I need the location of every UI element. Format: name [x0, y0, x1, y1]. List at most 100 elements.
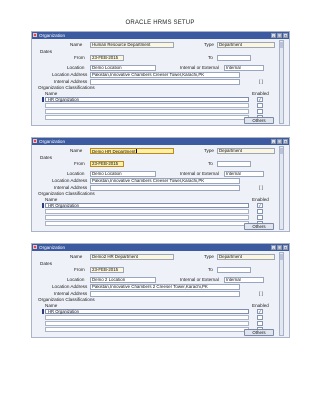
internal-address-field[interactable]	[90, 291, 240, 297]
enabled-checkbox[interactable]	[257, 215, 263, 220]
classification-row[interactable]: HR Organization	[45, 309, 249, 314]
internal-address-field[interactable]	[90, 185, 240, 191]
enabled-checkbox[interactable]	[257, 321, 263, 326]
enabled-checkbox[interactable]	[257, 103, 263, 108]
window-app-icon	[33, 33, 37, 37]
internal-address-field[interactable]	[90, 79, 240, 85]
enabled-checkbox[interactable]	[257, 315, 263, 320]
vertical-scrollbar[interactable]	[279, 40, 284, 124]
name-field[interactable]: Human Resource Department	[90, 42, 174, 48]
window-controls: - □ ×	[271, 139, 288, 144]
window-controls: - □ ×	[271, 245, 288, 250]
from-date-field[interactable]: 23-FEB-2015	[90, 161, 124, 167]
document-title: ORACLE HRMS SETUP	[125, 20, 195, 26]
classification-row[interactable]	[45, 321, 249, 326]
location-field[interactable]: Demo Location	[90, 65, 156, 71]
others-button[interactable]: Others	[244, 329, 274, 336]
current-row-indicator	[42, 203, 44, 208]
window-titlebar: Organization - □ ×	[32, 244, 289, 251]
name-label: Name	[70, 42, 83, 47]
dates-label: Dates	[40, 155, 53, 160]
location-address-label: Location Address	[52, 284, 88, 289]
location-label: Location	[67, 65, 85, 70]
from-date-field[interactable]: 23-FEB-2015	[90, 267, 124, 273]
to-date-field[interactable]	[217, 55, 251, 61]
maximize-button[interactable]: □	[277, 245, 282, 250]
location-address-field[interactable]: Pakistan,Innovative Chambers 2 Creeser T…	[90, 284, 240, 290]
close-button[interactable]: ×	[283, 139, 288, 144]
minimize-button[interactable]: -	[271, 139, 276, 144]
close-button[interactable]: ×	[283, 245, 288, 250]
others-button[interactable]: Others	[244, 117, 274, 124]
organization-window: Organization - □ × Name Demo HR Department Typ…	[31, 137, 290, 232]
window-title: Organization	[39, 139, 66, 144]
classification-row[interactable]	[45, 327, 249, 332]
window-app-icon	[33, 139, 37, 143]
internal-external-label: Internal or External	[180, 65, 219, 70]
type-field[interactable]: Department	[217, 254, 275, 260]
location-address-label: Location Address	[52, 72, 88, 77]
internal-external-field[interactable]: Internal	[224, 171, 264, 177]
enabled-checkbox[interactable]: ✓	[257, 97, 263, 102]
scrollbar-thumb[interactable]	[280, 254, 283, 260]
type-label: Type	[204, 148, 214, 153]
others-button[interactable]: Others	[244, 223, 274, 230]
classification-row[interactable]	[45, 221, 249, 226]
minimize-button[interactable]: -	[271, 33, 276, 38]
window-title: Organization	[39, 245, 66, 250]
internal-external-field[interactable]: Internal	[224, 65, 264, 71]
enabled-checkbox[interactable]: ✓	[257, 203, 263, 208]
to-date-field[interactable]	[217, 267, 251, 273]
internal-address-lov-button[interactable]: [ ]	[254, 291, 268, 297]
classification-row[interactable]: HR Organization	[45, 97, 249, 102]
classification-row[interactable]	[45, 209, 249, 214]
internal-external-label: Internal or External	[180, 277, 219, 282]
internal-external-label: Internal or External	[180, 171, 219, 176]
internal-address-lov-button[interactable]: [ ]	[254, 79, 268, 85]
type-label: Type	[204, 254, 214, 259]
internal-external-field[interactable]: Internal	[224, 277, 264, 283]
dates-label: Dates	[40, 261, 53, 266]
close-button[interactable]: ×	[283, 33, 288, 38]
name-label: Name	[70, 148, 83, 153]
maximize-button[interactable]: □	[277, 139, 282, 144]
vertical-scrollbar[interactable]	[279, 252, 284, 336]
to-date-field[interactable]	[217, 161, 251, 167]
location-field[interactable]: Demo Location	[90, 171, 156, 177]
window-titlebar: Organization - □ ×	[32, 32, 289, 39]
current-row-indicator	[42, 309, 44, 314]
name-field[interactable]: Demo2 HR Department	[90, 254, 174, 260]
classification-row[interactable]	[45, 109, 249, 114]
maximize-button[interactable]: □	[277, 33, 282, 38]
window-title: Organization	[39, 33, 66, 38]
enabled-checkbox[interactable]	[257, 209, 263, 214]
enabled-checkbox[interactable]: ✓	[257, 309, 263, 314]
scrollbar-thumb[interactable]	[280, 148, 283, 154]
organization-window: Organization - □ × Name Demo2 HR Department Ty…	[31, 243, 290, 338]
vertical-scrollbar[interactable]	[279, 146, 284, 230]
location-label: Location	[67, 277, 85, 282]
name-label: Name	[70, 254, 83, 259]
type-field[interactable]: Department	[217, 148, 275, 154]
name-field[interactable]: Demo HR Department	[90, 148, 174, 154]
window-titlebar: Organization - □ ×	[32, 138, 289, 145]
classification-row[interactable]	[45, 115, 249, 120]
window-controls: - □ ×	[271, 33, 288, 38]
classification-row[interactable]	[45, 215, 249, 220]
from-date-field[interactable]: 23-FEB-2015	[90, 55, 124, 61]
enabled-checkbox[interactable]	[257, 109, 263, 114]
location-address-field[interactable]: Pakistan,Innovative Chambers Creeser Tow…	[90, 178, 240, 184]
location-field[interactable]: Demo 2 Location	[90, 277, 156, 283]
location-address-field[interactable]: Pakistan,Innovative Chambers Creeser Tow…	[90, 72, 240, 78]
internal-address-lov-button[interactable]: [ ]	[254, 185, 268, 191]
from-label: From	[74, 267, 85, 272]
classification-row[interactable]	[45, 103, 249, 108]
scrollbar-thumb[interactable]	[280, 42, 283, 48]
text-cursor	[136, 149, 138, 153]
classification-row[interactable]	[45, 315, 249, 320]
type-field[interactable]: Department	[217, 42, 275, 48]
classification-row[interactable]: HR Organization	[45, 203, 249, 208]
location-label: Location	[67, 171, 85, 176]
window-app-icon	[33, 245, 37, 249]
minimize-button[interactable]: -	[271, 245, 276, 250]
